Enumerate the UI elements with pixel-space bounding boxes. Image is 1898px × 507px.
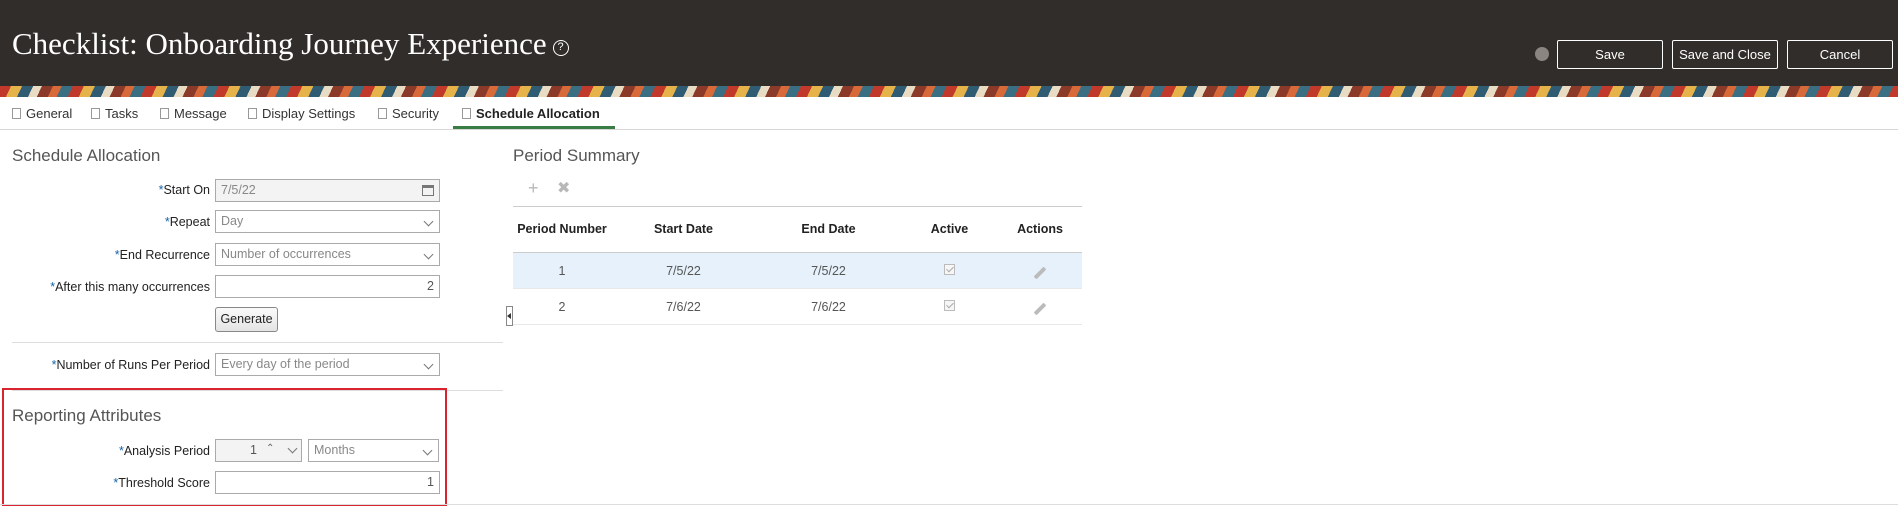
delete-icon[interactable]: ✖	[557, 178, 570, 198]
calendar-icon[interactable]	[422, 185, 434, 196]
end-recurrence-select[interactable]: Number of occurrences	[215, 243, 440, 266]
label-text: Repeat	[169, 215, 210, 229]
tab-bar: General Tasks Message Display Settings S…	[0, 98, 1898, 130]
decorative-banner	[0, 86, 1898, 97]
analysis-period-unit-select[interactable]: Months	[308, 439, 439, 462]
divider	[12, 342, 503, 343]
tab-label: Display Settings	[262, 106, 356, 121]
display-settings-icon	[248, 108, 257, 119]
tab-label: Tasks	[105, 106, 139, 121]
app-header: Checklist: Onboarding Journey Experience…	[0, 0, 1898, 86]
period-summary-table: Period Number Start Date End Date Active…	[513, 206, 1082, 325]
cancel-button[interactable]: Cancel	[1787, 40, 1893, 69]
active-checkbox	[944, 263, 955, 275]
after-occurrences-label: *After this many occurrences	[50, 280, 210, 294]
field-value: Number of occurrences	[221, 247, 351, 261]
add-icon[interactable]: +	[528, 178, 539, 199]
label-text: Number of Runs Per Period	[56, 358, 210, 372]
label-text: End Recurrence	[119, 248, 210, 262]
field-value: Every day of the period	[221, 357, 350, 371]
after-occurrences-input[interactable]: 2	[215, 275, 440, 298]
page-title-text: Checklist: Onboarding Journey Experience	[12, 26, 547, 61]
save-and-close-button[interactable]: Save and Close	[1672, 40, 1778, 69]
tab-label: Schedule Allocation	[476, 106, 600, 121]
analysis-period-label: *Analysis Period	[119, 444, 210, 458]
table-header-row: Period Number Start Date End Date Active…	[513, 206, 1082, 253]
tab-schedule-allocation[interactable]: Schedule Allocation	[462, 106, 600, 121]
message-icon	[160, 108, 169, 119]
period-number-cell: 2	[513, 288, 611, 325]
column-header[interactable]: End Date	[756, 206, 901, 253]
period-summary-heading: Period Summary	[513, 146, 640, 165]
start-on-label: *Start On	[159, 183, 210, 197]
repeat-label: *Repeat	[165, 215, 210, 229]
help-icon[interactable]: ?	[552, 40, 569, 56]
field-value: 1	[250, 443, 257, 457]
panel-splitter[interactable]	[506, 306, 513, 326]
globe-icon[interactable]	[1535, 47, 1549, 61]
start-date-cell: 7/5/22	[611, 252, 756, 289]
chevron-down-icon	[422, 445, 433, 456]
reporting-attributes-heading: Reporting Attributes	[12, 406, 162, 425]
column-header[interactable]: Period Number	[513, 206, 611, 253]
chevron-down-icon	[423, 249, 434, 260]
field-value: Day	[221, 214, 244, 228]
tab-label: General	[26, 106, 73, 121]
security-icon	[378, 108, 387, 119]
actions-cell	[998, 288, 1082, 325]
generate-button[interactable]: Generate	[215, 307, 278, 332]
schedule-allocation-heading: Schedule Allocation	[12, 146, 161, 165]
edit-icon[interactable]	[1033, 302, 1047, 315]
label-text: After this many occurrences	[55, 280, 210, 294]
label-text: Start On	[163, 183, 210, 197]
column-header[interactable]: Start Date	[611, 206, 756, 253]
table-row[interactable]: 2 7/6/22 7/6/22	[513, 288, 1082, 325]
tab-display-settings[interactable]: Display Settings	[248, 106, 355, 121]
actions-cell	[998, 252, 1082, 289]
column-header[interactable]: Active	[901, 206, 998, 253]
tab-general[interactable]: General	[12, 106, 72, 121]
page-title: Checklist: Onboarding Journey Experience…	[12, 26, 569, 62]
active-tab-indicator	[453, 126, 615, 129]
edit-icon[interactable]	[1033, 266, 1047, 279]
end-date-cell: 7/6/22	[756, 288, 901, 325]
tab-security[interactable]: Security	[378, 106, 439, 121]
label-text: Threshold Score	[118, 476, 210, 490]
tab-label: Message	[174, 106, 227, 121]
start-on-date-field[interactable]: 7/5/22	[215, 179, 440, 202]
checklist-icon	[91, 108, 100, 119]
threshold-score-label: *Threshold Score	[113, 476, 210, 490]
chevron-down-icon	[423, 216, 434, 227]
document-icon	[12, 108, 21, 119]
table-row[interactable]: 1 7/5/22 7/5/22	[513, 252, 1082, 289]
save-button[interactable]: Save	[1557, 40, 1663, 69]
runs-per-period-select[interactable]: Every day of the period	[215, 353, 440, 376]
calendar-icon	[462, 108, 471, 119]
repeat-select[interactable]: Day	[215, 210, 440, 233]
start-date-cell: 7/6/22	[611, 288, 756, 325]
end-date-cell: 7/5/22	[756, 252, 901, 289]
increment-icon[interactable]: ⌃	[266, 443, 274, 454]
bottom-border	[0, 504, 1898, 505]
label-text: Analysis Period	[123, 444, 210, 458]
column-header[interactable]: Actions	[998, 206, 1082, 253]
tab-label: Security	[392, 106, 439, 121]
tab-tasks[interactable]: Tasks	[91, 106, 138, 121]
field-value: 7/5/22	[221, 183, 256, 197]
field-value: Months	[314, 443, 355, 457]
active-checkbox	[944, 299, 955, 311]
runs-per-period-label: *Number of Runs Per Period	[52, 358, 210, 372]
tab-message[interactable]: Message	[160, 106, 227, 121]
active-cell	[901, 288, 998, 325]
end-recurrence-label: *End Recurrence	[115, 248, 210, 262]
threshold-score-input[interactable]: 1	[215, 471, 440, 494]
period-number-cell: 1	[513, 252, 611, 289]
chevron-down-icon	[423, 359, 434, 370]
active-cell	[901, 252, 998, 289]
